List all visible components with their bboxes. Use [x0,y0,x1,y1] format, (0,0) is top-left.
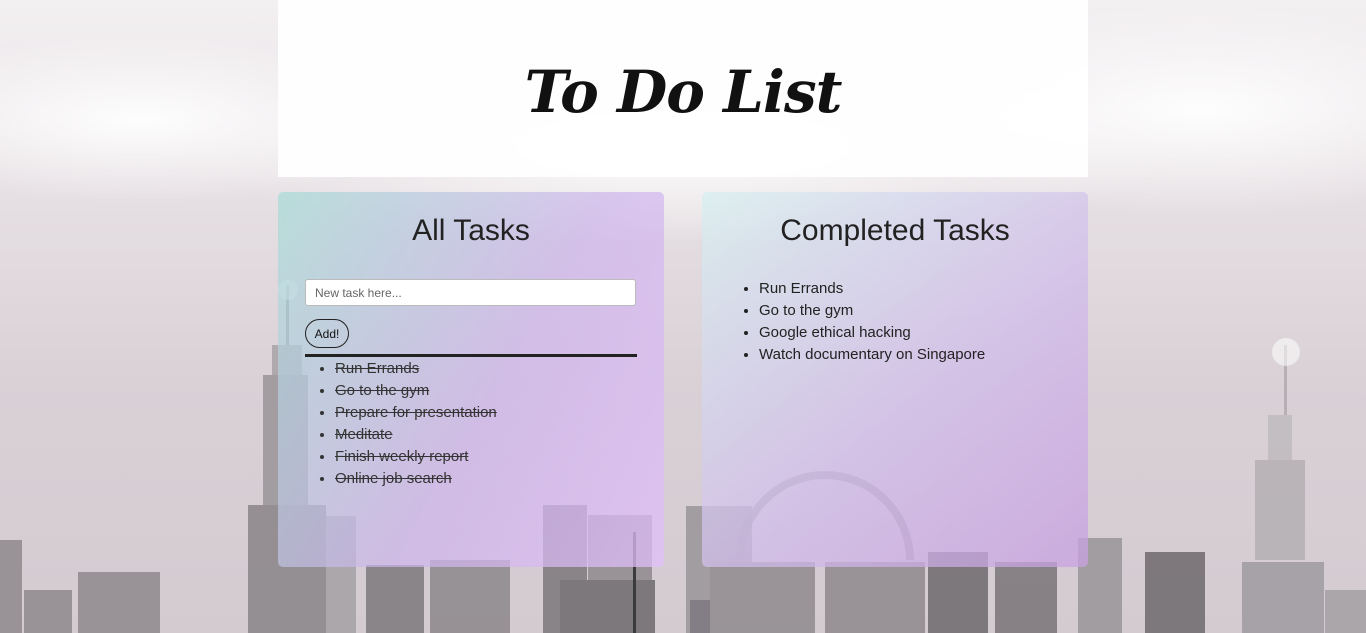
all-tasks-heading: All Tasks [412,214,530,247]
page-title: To Do List [524,58,843,126]
task-item[interactable]: Go to the gym [335,380,497,402]
all-tasks-list: Run Errands Go to the gym Prepare for pr… [316,358,497,490]
all-tasks-panel: All Tasks Add! Run Errands Go to the gym… [278,192,664,567]
completed-tasks-heading: Completed Tasks [780,214,1010,247]
task-item[interactable]: Online job search [335,468,497,490]
completed-task-item: Go to the gym [759,300,985,322]
new-task-input[interactable] [305,279,636,306]
add-task-button[interactable]: Add! [305,319,349,348]
completed-tasks-list: Run Errands Go to the gym Google ethical… [740,278,985,366]
task-item[interactable]: Prepare for presentation [335,402,497,424]
completed-task-item: Watch documentary on Singapore [759,344,985,366]
task-item[interactable]: Meditate [335,424,497,446]
task-item[interactable]: Run Errands [335,358,497,380]
divider [305,354,637,357]
completed-task-item: Google ethical hacking [759,322,985,344]
completed-task-item: Run Errands [759,278,985,300]
task-item[interactable]: Finish weekly report [335,446,497,468]
completed-tasks-panel: Completed Tasks Run Errands Go to the gy… [702,192,1088,567]
header-banner: To Do List [278,0,1088,177]
